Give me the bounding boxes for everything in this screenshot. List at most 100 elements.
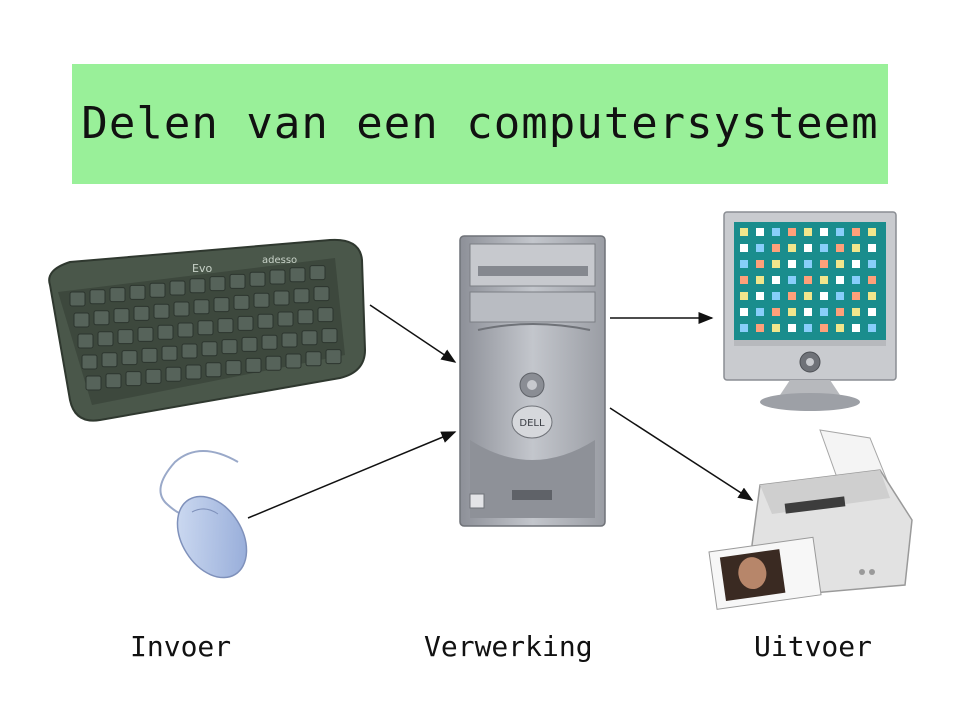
desktop-icon (852, 308, 860, 316)
keyboard-key (205, 362, 222, 378)
desktop-icon (788, 276, 796, 284)
desktop-icon (772, 244, 780, 252)
keyboard-key (269, 269, 286, 285)
keyboard-key (125, 371, 142, 387)
desktop-icon (804, 276, 812, 284)
keyboard-key (177, 322, 194, 338)
desktop-icon (868, 244, 876, 252)
keyboard-key (105, 373, 122, 389)
keyboard-key (145, 368, 162, 384)
desktop-icon (836, 228, 844, 236)
desktop-icon (772, 276, 780, 284)
output-label: Uitvoer (754, 630, 873, 663)
desktop-icon (740, 292, 748, 300)
desktop-icon (820, 260, 828, 268)
desktop-icon (868, 292, 876, 300)
desktop-icon (852, 228, 860, 236)
keyboard-key (153, 303, 170, 319)
keyboard-key (225, 360, 242, 376)
keyboard-key (241, 336, 258, 352)
keyboard-key (117, 329, 134, 345)
desktop-icon (788, 244, 796, 252)
desktop-icon (804, 324, 812, 332)
desktop-icon (788, 260, 796, 268)
keyboard-brand-label-2: adesso (262, 255, 297, 266)
desktop-icon (852, 244, 860, 252)
keyboard-key (89, 289, 106, 305)
desktop-icon (852, 276, 860, 284)
arrow-keyboard-to-tower (369, 304, 457, 363)
keyboard-key (305, 351, 322, 367)
desktop-icon (836, 324, 844, 332)
system-diagram: Evo adesso DELL (48, 211, 913, 610)
keyboard-key (301, 330, 318, 346)
desktop-icon (820, 244, 828, 252)
keyboard-key (297, 309, 314, 325)
desktop-icon (740, 276, 748, 284)
keyboard-key (213, 297, 230, 313)
printer-icon (708, 429, 913, 610)
mouse-icon (159, 450, 248, 579)
keyboard-key (257, 313, 274, 329)
desktop-icon (740, 324, 748, 332)
arrow-mouse-to-tower (247, 431, 457, 519)
desktop-icon (820, 308, 828, 316)
desktop-icon (868, 228, 876, 236)
keyboard-key (321, 328, 338, 344)
keyboard-key (313, 286, 330, 302)
desktop-icon (772, 308, 780, 316)
keyboard-key (277, 311, 294, 327)
keyboard-brand-label: Evo (192, 262, 212, 275)
keyboard-key (253, 292, 270, 308)
desktop-icon (852, 260, 860, 268)
desktop-icon (836, 308, 844, 316)
desktop-icon (756, 228, 764, 236)
keyboard-icon: Evo adesso (48, 238, 367, 422)
keyboard-key (289, 267, 306, 283)
desktop-icon (740, 244, 748, 252)
desktop-icon (868, 308, 876, 316)
keyboard-key (229, 273, 246, 289)
desktop-icon (868, 324, 876, 332)
desktop-icon (756, 276, 764, 284)
desktop-icon (756, 244, 764, 252)
keyboard-key (217, 318, 234, 334)
keyboard-key (189, 278, 206, 294)
keyboard-key (173, 301, 190, 317)
keyboard-key (281, 332, 298, 348)
keyboard-key (221, 339, 238, 355)
keyboard-key (261, 334, 278, 350)
desktop-icon (868, 260, 876, 268)
desktop-icon (772, 292, 780, 300)
keyboard-key (113, 308, 130, 324)
desktop-icon (788, 292, 796, 300)
desktop-icon (852, 292, 860, 300)
desktop-icon (820, 292, 828, 300)
keyboard-key (201, 341, 218, 357)
keyboard-key (149, 282, 166, 298)
desktop-icon (788, 324, 796, 332)
desktop-icon (804, 308, 812, 316)
desktop-icon (804, 260, 812, 268)
keyboard-key (293, 288, 310, 304)
keyboard-key (309, 265, 326, 281)
keyboard-key (157, 324, 174, 340)
keyboard-key (141, 347, 158, 363)
desktop-icon (740, 260, 748, 268)
desktop-icon (804, 228, 812, 236)
desktop-icon (804, 244, 812, 252)
keyboard-key (121, 350, 138, 366)
keyboard-key (185, 364, 202, 380)
input-label: Invoer (130, 630, 232, 663)
keyboard-key (169, 280, 186, 296)
desktop-icon (756, 324, 764, 332)
desktop-icon (756, 308, 764, 316)
keyboard-key (165, 366, 182, 382)
keyboard-key (97, 331, 114, 347)
keyboard-key (129, 284, 146, 300)
desktop-icon (772, 260, 780, 268)
desktop-icon (756, 292, 764, 300)
keyboard-key (93, 310, 110, 326)
desktop-icon (852, 324, 860, 332)
keyboard-key (73, 312, 90, 328)
